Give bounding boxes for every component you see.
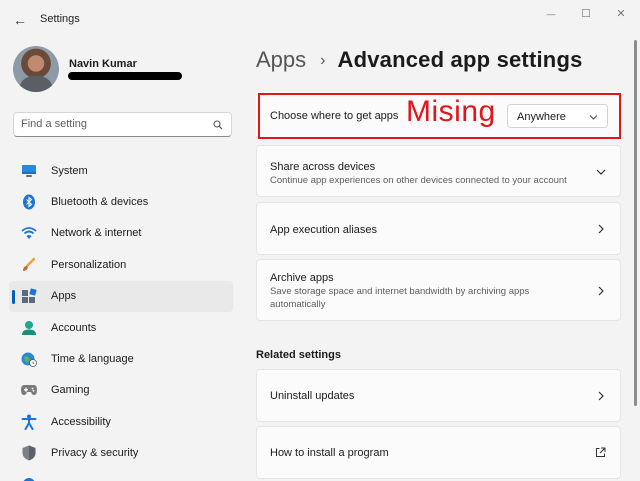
sidebar-item-label: Gaming [51,384,90,397]
get-apps-dropdown[interactable]: Anywhere [507,104,608,128]
uninstall-updates-title: Uninstall updates [270,390,355,402]
search-box[interactable] [13,112,232,137]
user-email-redaction [68,72,182,80]
user-name: Navin Kumar [69,58,137,70]
sidebar-item-partial [21,473,233,481]
back-button[interactable]: ← [10,10,30,30]
app-title: Settings [40,13,80,25]
personalization-icon [21,257,37,273]
bluetooth-icon [21,194,37,210]
sidebar-item-apps[interactable]: Apps [9,280,233,312]
sidebar-item-label: System [51,164,88,177]
search-input[interactable] [21,118,201,130]
page-title: Advanced app settings [337,47,583,72]
avatar[interactable] [13,46,59,92]
archive-description: Save storage space and internet bandwidt… [270,286,530,310]
back-arrow-icon: ← [13,12,27,28]
external-link-icon [596,447,606,457]
close-button[interactable]: ✕ [606,6,636,22]
share-description: Continue app experiences on other device… [270,175,567,186]
related-settings-heading: Related settings [256,349,341,361]
title-bar: ← Settings — ☐ ✕ [0,0,640,38]
chevron-right-icon [598,224,604,234]
sidebar-item-accounts[interactable]: Accounts [9,312,233,343]
annotation-mising-label: Mising [406,95,496,128]
sidebar-item-label: Privacy & security [51,447,139,460]
maximize-icon: ☐ [581,8,591,20]
network-icon [21,225,37,241]
chevron-right-icon [598,391,604,401]
sidebar-item-system[interactable]: System [9,155,233,186]
sidebar-item-time-language[interactable]: Time & language [9,343,233,374]
sidebar-item-label: Bluetooth & devices [51,196,149,209]
install-program-title: How to install a program [270,447,389,459]
sidebar-item-label: Accessibility [51,415,111,428]
install-program-card[interactable]: How to install a program [256,426,621,479]
dropdown-value: Anywhere [517,111,566,123]
chevron-down-icon [589,115,598,120]
archive-apps-card[interactable]: Archive apps Save storage space and inte… [256,259,621,321]
share-title: Share across devices [270,161,376,173]
uninstall-updates-card[interactable]: Uninstall updates [256,369,621,422]
app-execution-aliases-card[interactable]: App execution aliases [256,202,621,255]
sidebar-item-label: Apps [51,290,77,303]
close-icon: ✕ [616,8,626,20]
sidebar-item-label: Time & language [51,353,134,366]
chevron-right-icon [598,286,604,296]
sidebar-item-privacy-security[interactable]: Privacy & security [9,438,233,469]
search-icon [213,120,223,130]
sidebar-item-label: Network & internet [51,227,142,240]
privacy-security-icon [21,445,37,461]
archive-title: Archive apps [270,272,334,284]
sidebar-item-gaming[interactable]: Gaming [9,375,233,406]
scrollbar[interactable] [634,40,637,406]
breadcrumb: Apps › Advanced app settings [256,47,583,73]
breadcrumb-separator: › [320,52,326,69]
aliases-title: App execution aliases [270,224,378,236]
sidebar-item-label: Accounts [51,321,97,334]
minimize-icon: — [546,9,556,19]
sidebar-nav: System Bluetooth & devices Network & int… [9,155,233,481]
apps-icon [21,288,37,304]
sidebar-item-label: Personalization [51,258,127,271]
accessibility-icon [21,414,37,430]
maximize-button[interactable]: ☐ [571,6,601,22]
gaming-icon [21,382,37,398]
share-across-devices-card[interactable]: Share across devices Continue app experi… [256,145,621,197]
system-icon [21,163,37,179]
sidebar-item-bluetooth-devices[interactable]: Bluetooth & devices [9,186,233,217]
breadcrumb-parent[interactable]: Apps [256,47,306,73]
sidebar-item-network-internet[interactable]: Network & internet [9,218,233,249]
accounts-icon [21,320,37,336]
chevron-down-icon [596,169,606,175]
sidebar-item-personalization[interactable]: Personalization [9,249,233,280]
sidebar-item-accessibility[interactable]: Accessibility [9,406,233,437]
minimize-button[interactable]: — [536,6,566,22]
time-language-icon [21,351,37,367]
